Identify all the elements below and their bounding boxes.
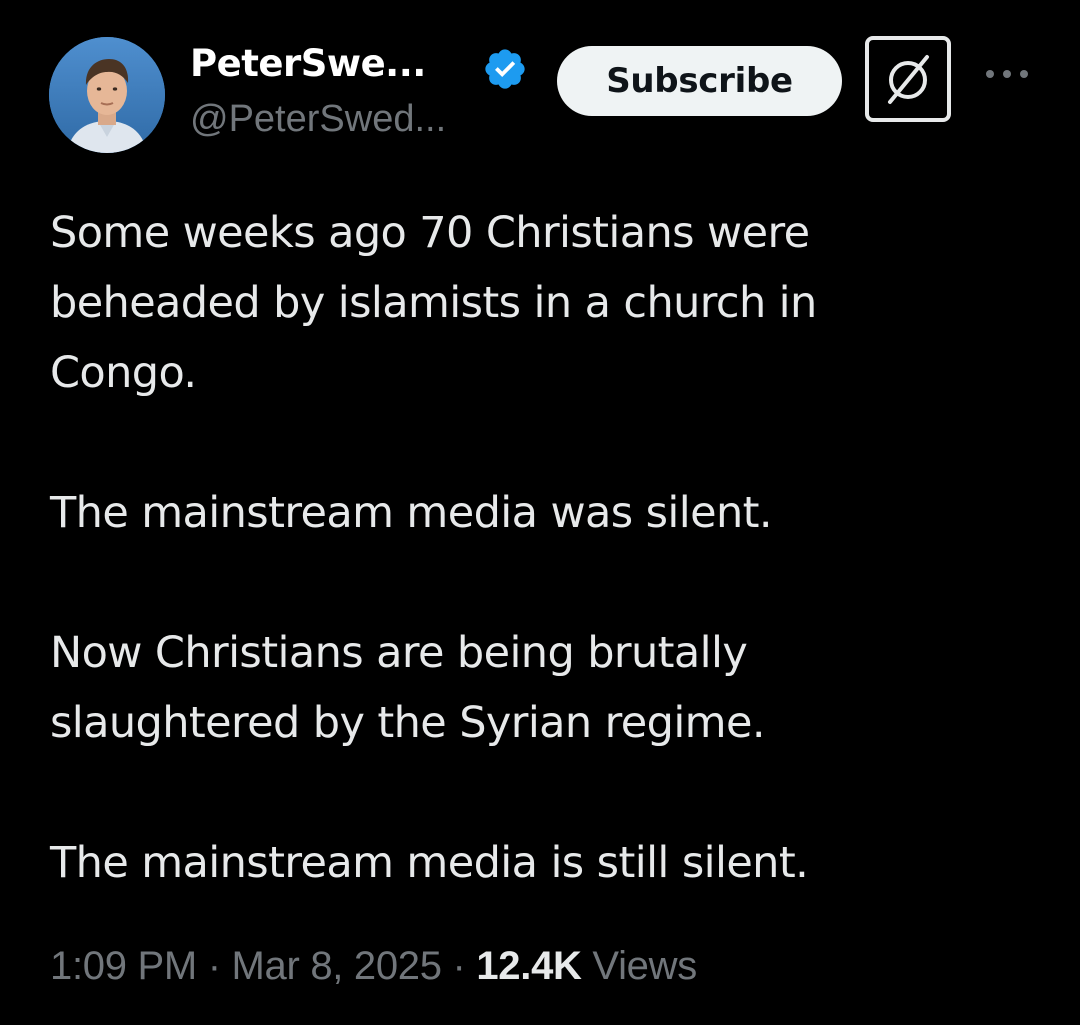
tweet-meta: 1:09 PM · Mar 8, 2025 · 12.4K Views bbox=[50, 944, 697, 989]
more-horizontal-icon[interactable] bbox=[982, 62, 1032, 86]
user-handle[interactable]: @PeterSwed... bbox=[190, 98, 446, 141]
meta-separator: · bbox=[196, 944, 232, 988]
tweet-text: Some weeks ago 70 Christians were behead… bbox=[50, 198, 1040, 898]
tweet-paragraph: Now Christians are being brutally slaugh… bbox=[50, 628, 766, 748]
avatar[interactable] bbox=[49, 37, 165, 153]
tweet[interactable]: PeterSwe... @PeterSwed... Subscribe Some… bbox=[0, 0, 1080, 1025]
meta-separator: · bbox=[441, 944, 477, 988]
tweet-paragraph: The mainstream media is still silent. bbox=[50, 838, 809, 888]
post-date[interactable]: Mar 8, 2025 bbox=[232, 944, 442, 988]
views-count: 12.4K bbox=[476, 944, 582, 988]
post-time[interactable]: 1:09 PM bbox=[50, 944, 197, 988]
slashed-circle-icon bbox=[888, 55, 929, 104]
grok-button[interactable] bbox=[865, 36, 951, 122]
tweet-paragraph: Some weeks ago 70 Christians were behead… bbox=[50, 208, 817, 398]
verified-badge-icon bbox=[485, 49, 525, 89]
subscribe-button[interactable]: Subscribe bbox=[557, 46, 842, 116]
display-name[interactable]: PeterSwe... bbox=[190, 42, 426, 85]
views-label: Views bbox=[581, 944, 697, 988]
tweet-paragraph: The mainstream media was silent. bbox=[50, 488, 773, 538]
